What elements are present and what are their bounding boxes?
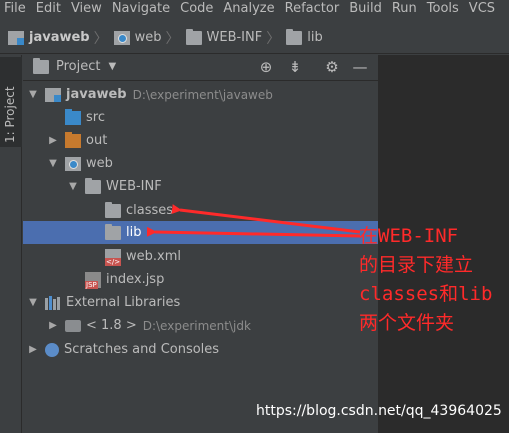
project-tool-tab-label: 1: Project [3,86,17,143]
scratches-icon [45,342,59,357]
tool-window-strip: 1: Project [0,55,22,433]
tree-item-scratches[interactable]: ▶ Scratches and Consoles [23,338,378,361]
menu-vcs[interactable]: VCS [469,1,495,17]
folder-icon [286,28,303,45]
menu-build[interactable]: Build [349,1,382,17]
breadcrumb-item-web[interactable]: web 〉 [113,28,186,48]
annotation-line: 的目录下建立 [359,254,474,276]
tree-item-label: index.jsp [106,272,165,287]
tree-item-path: D:\experiment\javaweb [132,87,273,102]
menu-view[interactable]: View [71,1,102,17]
tree-item-label: lib [126,225,142,240]
tree-item-label: < 1.8 > [86,318,137,333]
source-folder-icon [65,108,81,125]
tree-item-src[interactable]: src [23,106,378,129]
expanded-arrow-icon: ▼ [69,181,77,192]
watermark: https://blog.csdn.net/qq_43964025 [256,403,502,419]
tree-item-lib[interactable]: lib [23,221,378,244]
tree-item-label: src [86,110,105,125]
locate-icon[interactable]: ⊕ [257,58,275,76]
tree-item-label: WEB-INF [106,179,162,194]
tree-item-label: javaweb [66,87,127,102]
menu-edit[interactable]: Edit [36,1,61,17]
menu-navigate[interactable]: Navigate [112,1,170,17]
xml-file-icon [105,248,122,266]
project-panel-title: Project [56,59,101,74]
tree-item-path: D:\experiment\jdk [142,318,251,333]
chevron-right-icon: 〉 [266,30,281,47]
expanded-arrow-icon: ▼ [29,89,37,100]
collapsed-arrow-icon: ▶ [49,135,57,146]
module-icon [8,30,24,45]
menu-bar: File Edit View Navigate Code Analyze Ref… [0,0,509,18]
breadcrumb-item-javaweb[interactable]: javaweb 〉 [8,28,114,48]
gear-icon[interactable]: ⚙ [323,58,341,76]
libraries-icon [45,295,61,310]
breadcrumb-item-lib[interactable]: lib [286,28,323,45]
annotation-line: 在WEB-INF [359,225,459,247]
tree-item-index-jsp[interactable]: index.jsp [23,268,378,291]
module-icon [45,87,61,102]
tree-item-external-libraries[interactable]: ▼ External Libraries [23,291,378,314]
project-view-selector[interactable]: Project ▼ [33,57,117,74]
tree-item-label: out [86,133,108,148]
excluded-folder-icon [65,131,81,148]
menu-run[interactable]: Run [392,1,417,17]
project-panel: Project ▼ ⊕ ⇟ ⚙ — ▼ javaweb D:\experimen… [23,55,378,433]
breadcrumb-label: lib [307,30,323,45]
tree-item-label: web.xml [126,249,181,264]
tree-item-classes[interactable]: classes [23,199,378,222]
chevron-right-icon: 〉 [93,30,108,47]
dropdown-arrow-icon: ▼ [108,61,117,72]
annotation-text: 在WEB-INF 的目录下建立 classes和lib 两个文件夹 [359,222,492,338]
breadcrumb-label: web [134,30,162,45]
annotation-line: classes和lib [359,283,493,305]
tree-item-out[interactable]: ▶ out [23,129,378,152]
breadcrumb-item-web-inf[interactable]: WEB-INF 〉 [185,28,287,48]
menu-file[interactable]: File [4,1,26,17]
tree-item-label: Scratches and Consoles [64,342,220,357]
project-tool-tab[interactable]: 1: Project [0,57,22,147]
folder-icon [85,177,101,194]
collapsed-arrow-icon: ▶ [49,320,57,331]
project-panel-header: Project ▼ ⊕ ⇟ ⚙ — [23,55,378,81]
breadcrumb-label: WEB-INF [206,30,263,45]
tree-item-web-inf[interactable]: ▼ WEB-INF [23,175,378,198]
expanded-arrow-icon: ▼ [49,158,57,169]
tree-item-web-xml[interactable]: web.xml [23,245,378,268]
annotation-line: 两个文件夹 [359,312,455,334]
web-folder-icon [113,30,130,45]
folder-icon [105,223,121,240]
chevron-right-icon: 〉 [165,30,180,47]
tree-item-label: web [86,156,113,171]
menu-tools[interactable]: Tools [427,1,459,17]
menu-code[interactable]: Code [180,1,213,17]
tree-item-jdk[interactable]: ▶ < 1.8 > D:\experiment\jdk [23,314,378,337]
menu-analyze[interactable]: Analyze [223,1,274,17]
tree-item-web[interactable]: ▼ web [23,152,378,175]
tree-item-label: classes [126,203,174,218]
jdk-icon [65,319,81,332]
web-folder-icon [65,156,81,171]
project-folder-icon [33,57,49,74]
collapsed-arrow-icon: ▶ [29,344,37,355]
tree-item-javaweb[interactable]: ▼ javaweb D:\experiment\javaweb [23,83,378,106]
expanded-arrow-icon: ▼ [29,297,37,308]
jsp-file-icon [85,271,101,289]
collapse-all-icon[interactable]: ⇟ [286,58,304,76]
menu-refactor[interactable]: Refactor [285,1,340,17]
breadcrumb: javaweb 〉 web 〉 WEB-INF 〉 lib [0,22,509,54]
tree-item-label: External Libraries [66,295,181,310]
folder-icon [185,28,202,45]
breadcrumb-label: javaweb [29,30,90,45]
hide-icon[interactable]: — [351,58,369,76]
folder-icon [105,201,121,218]
